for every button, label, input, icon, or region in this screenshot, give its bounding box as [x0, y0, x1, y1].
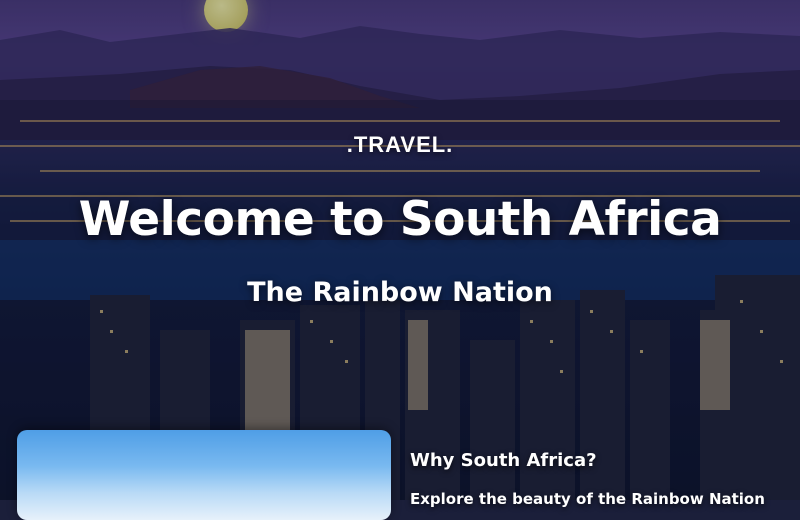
section-text: Explore the beauty of the Rainbow Nation: [410, 490, 765, 508]
brand-logo[interactable]: .TRAVEL.: [0, 132, 800, 158]
section-title: Why South Africa?: [410, 450, 597, 471]
destination-image: [17, 430, 391, 520]
hero-background: [0, 0, 800, 500]
hero-headline: Welcome to South Africa: [78, 192, 722, 247]
hero-overlay: [0, 0, 800, 500]
hero-subheadline: The Rainbow Nation: [247, 277, 553, 308]
